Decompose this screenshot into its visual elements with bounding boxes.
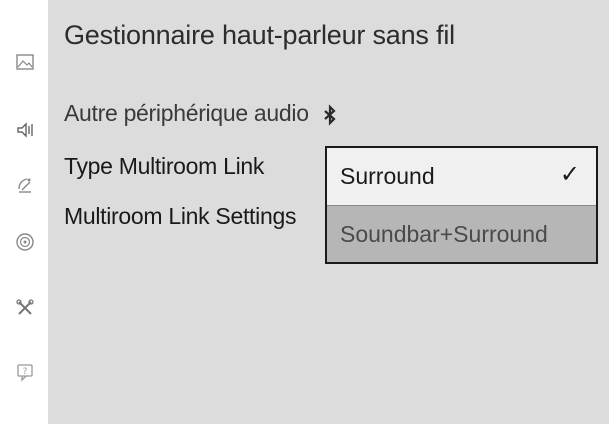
option-surround[interactable]: Surround ✓ xyxy=(327,148,596,205)
network-icon[interactable] xyxy=(15,232,35,252)
broadcast-icon[interactable] xyxy=(15,175,35,195)
tools-icon[interactable] xyxy=(15,298,35,318)
picture-icon[interactable] xyxy=(15,52,35,72)
bluetooth-icon xyxy=(324,104,336,126)
menu-item-label: Autre périphérique audio xyxy=(64,100,309,126)
menu-item-multiroom-type[interactable]: Type Multiroom Link xyxy=(64,153,264,180)
svg-text:?: ? xyxy=(23,367,28,377)
sidebar: ? xyxy=(0,0,48,424)
support-icon[interactable]: ? xyxy=(15,362,35,382)
multiroom-type-dropdown[interactable]: Surround ✓ Soundbar+Surround xyxy=(325,146,598,264)
option-label: Surround xyxy=(340,163,435,189)
page-title: Gestionnaire haut-parleur sans fil xyxy=(64,20,455,50)
menu-item-multiroom-settings[interactable]: Multiroom Link Settings xyxy=(64,203,296,230)
option-label: Soundbar+Surround xyxy=(340,220,548,247)
menu-item-other-audio-device[interactable]: Autre périphérique audio xyxy=(64,100,341,127)
checkmark-icon: ✓ xyxy=(559,161,580,188)
speaker-icon[interactable] xyxy=(15,120,35,140)
option-soundbar-surround[interactable]: Soundbar+Surround xyxy=(327,205,596,262)
